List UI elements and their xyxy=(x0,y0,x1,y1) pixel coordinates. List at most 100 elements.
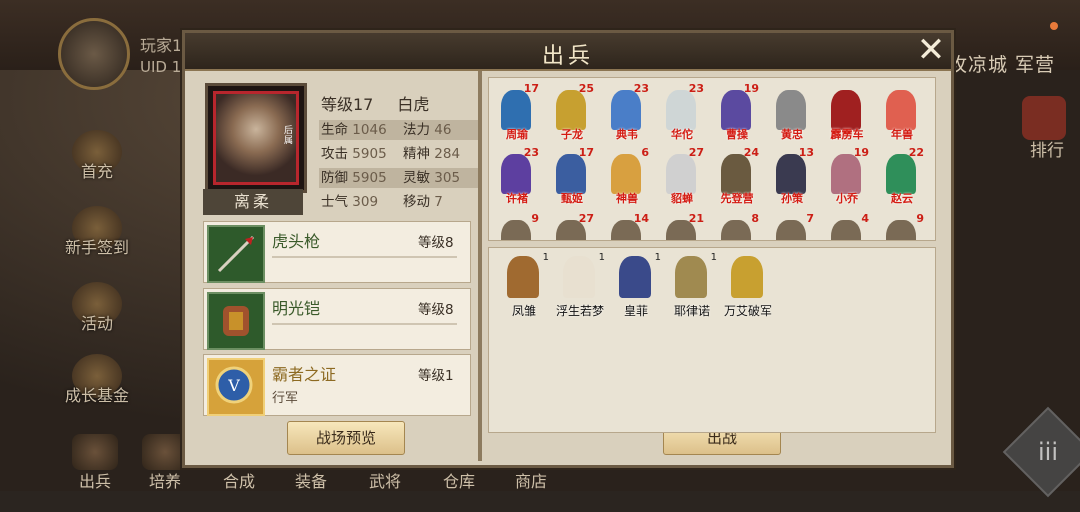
hero-card[interactable]: 23 华佗 xyxy=(656,82,708,142)
side-menu-checkin[interactable]: 新手签到 xyxy=(52,206,142,276)
hero-level: 23 xyxy=(688,82,704,95)
hero-sprite xyxy=(831,90,861,130)
hero-sprite xyxy=(776,90,806,130)
hero-card[interactable]: 黄忠 xyxy=(766,82,818,142)
hero-level: 19 xyxy=(853,146,869,159)
equip-level: 等级8 xyxy=(418,302,454,318)
hero-sprite xyxy=(619,256,651,298)
hero-sprite xyxy=(776,154,806,194)
equip-slot-armor[interactable]: 明光铠 等级8 xyxy=(203,288,471,350)
hero-name: 孙策 xyxy=(781,192,803,205)
hero-level: 25 xyxy=(578,82,594,95)
svg-text:V: V xyxy=(227,376,240,395)
hero-card[interactable]: 22 赵云 xyxy=(876,146,928,206)
hero-card[interactable]: 25 子龙 xyxy=(546,82,598,142)
armor-icon xyxy=(207,292,265,350)
hero-card-partial[interactable]: 9 xyxy=(876,212,928,240)
hero-name: 先登营 xyxy=(720,192,754,205)
stat-agility: 灵敏 305 xyxy=(403,170,461,186)
nav-dispatch[interactable]: 出兵 xyxy=(60,430,130,491)
hero-level: 23 xyxy=(633,82,649,95)
hero-level: 19 xyxy=(743,82,759,95)
hero-card[interactable]: 年兽 xyxy=(876,82,928,142)
selected-hero[interactable]: 万艾破军 xyxy=(717,252,779,318)
stat-move: 移动 7 xyxy=(403,194,443,210)
equip-slot-badge[interactable]: V 霸者之证 等级1 行军 xyxy=(203,354,471,416)
stat-mp: 法力 46 xyxy=(403,122,452,138)
hero-card[interactable]: 霹雳车 xyxy=(821,82,873,142)
hero-card-partial[interactable]: 7 xyxy=(766,212,818,240)
hero-card[interactable]: 27 貂蝉 xyxy=(656,146,708,206)
hero-sprite xyxy=(731,256,763,298)
hero-card-partial[interactable]: 27 xyxy=(546,212,598,240)
dispatch-icon xyxy=(72,434,118,470)
hero-level: 27 xyxy=(578,212,594,225)
equip-slot-weapon[interactable]: 虎头枪 等级8 xyxy=(203,221,471,283)
hero-name: 黄忠 xyxy=(781,128,803,141)
side-menu-fund[interactable]: 成长基金 xyxy=(52,354,142,424)
equip-level: 等级8 xyxy=(418,235,454,251)
equip-divider xyxy=(272,256,457,258)
hero-card[interactable]: 23 典韦 xyxy=(601,82,653,142)
hero-sprite xyxy=(886,90,916,130)
hero-level: 8 xyxy=(751,212,759,225)
hero-card[interactable]: 19 小乔 xyxy=(821,146,873,206)
class-text: 白虎 xyxy=(397,95,430,114)
hero-name: 典韦 xyxy=(616,128,638,141)
side-menu-first-charge[interactable]: 首充 xyxy=(52,130,142,200)
player-uid: UID 1 xyxy=(140,58,182,76)
general-name: 离柔 xyxy=(203,189,303,215)
equip-name: 明光铠 xyxy=(272,299,321,318)
general-portrait[interactable]: 后属 xyxy=(205,83,307,193)
stat-atk: 攻击 5905 xyxy=(321,146,387,162)
hero-card-partial[interactable]: 9 xyxy=(491,212,543,240)
hero-card-partial[interactable]: 14 xyxy=(601,212,653,240)
hero-name: 周瑜 xyxy=(506,128,528,141)
hero-card[interactable]: 24 先登营 xyxy=(711,146,763,206)
hero-sprite xyxy=(501,220,531,240)
hero-card-partial[interactable]: 4 xyxy=(821,212,873,240)
stat-spirit: 精神 284 xyxy=(403,146,461,162)
hero-name: 万艾破军 xyxy=(723,304,772,318)
equip-divider xyxy=(272,323,457,325)
hero-card[interactable]: 17 甄姬 xyxy=(546,146,598,206)
hero-sprite xyxy=(675,256,707,298)
equip-level: 等级1 xyxy=(418,368,454,384)
close-icon[interactable]: ✕ xyxy=(913,33,949,69)
hero-card[interactable]: 6 神兽 xyxy=(601,146,653,206)
hero-card[interactable]: 17 周瑜 xyxy=(491,82,543,142)
hero-card[interactable]: 19 曹操 xyxy=(711,82,763,142)
player-name: 玩家1 xyxy=(140,36,183,55)
hero-sprite xyxy=(886,220,916,240)
hero-level: 9 xyxy=(916,212,924,225)
hero-level: 21 xyxy=(688,212,704,225)
scroll-icon xyxy=(1022,96,1066,140)
hero-level: 13 xyxy=(798,146,814,159)
general-level: 等级17 白虎 xyxy=(321,91,429,115)
hero-sprite xyxy=(507,256,539,298)
player-avatar[interactable] xyxy=(58,18,130,90)
hero-card[interactable]: 23 许褚 xyxy=(491,146,543,206)
level-text: 等级17 xyxy=(321,95,374,114)
side-menu-event[interactable]: 活动 xyxy=(52,282,142,352)
hero-name: 赵云 xyxy=(891,192,913,205)
hero-name: 貂蝉 xyxy=(671,192,693,205)
hero-sprite xyxy=(563,256,595,298)
hero-card-partial[interactable]: 8 xyxy=(711,212,763,240)
menu-icon: iii xyxy=(1037,438,1058,466)
hero-name: 许褚 xyxy=(506,192,528,205)
battlefield-preview-button[interactable]: 战场预览 xyxy=(287,421,405,455)
hero-level: 27 xyxy=(688,146,704,159)
hero-name: 曹操 xyxy=(726,128,748,141)
hero-card-partial[interactable]: 21 xyxy=(656,212,708,240)
hero-sprite xyxy=(501,154,531,194)
hero-name: 小乔 xyxy=(836,192,858,205)
location-label[interactable]: 攻凉城 军营 xyxy=(948,50,1055,77)
rank-button[interactable]: 排行 xyxy=(1012,96,1072,166)
hero-sprite xyxy=(721,220,751,240)
hero-sprite xyxy=(556,90,586,130)
badge-icon: V xyxy=(207,358,265,416)
stat-def: 防御 5905 xyxy=(321,170,387,186)
hero-sprite xyxy=(611,154,641,194)
hero-card[interactable]: 13 孙策 xyxy=(766,146,818,206)
